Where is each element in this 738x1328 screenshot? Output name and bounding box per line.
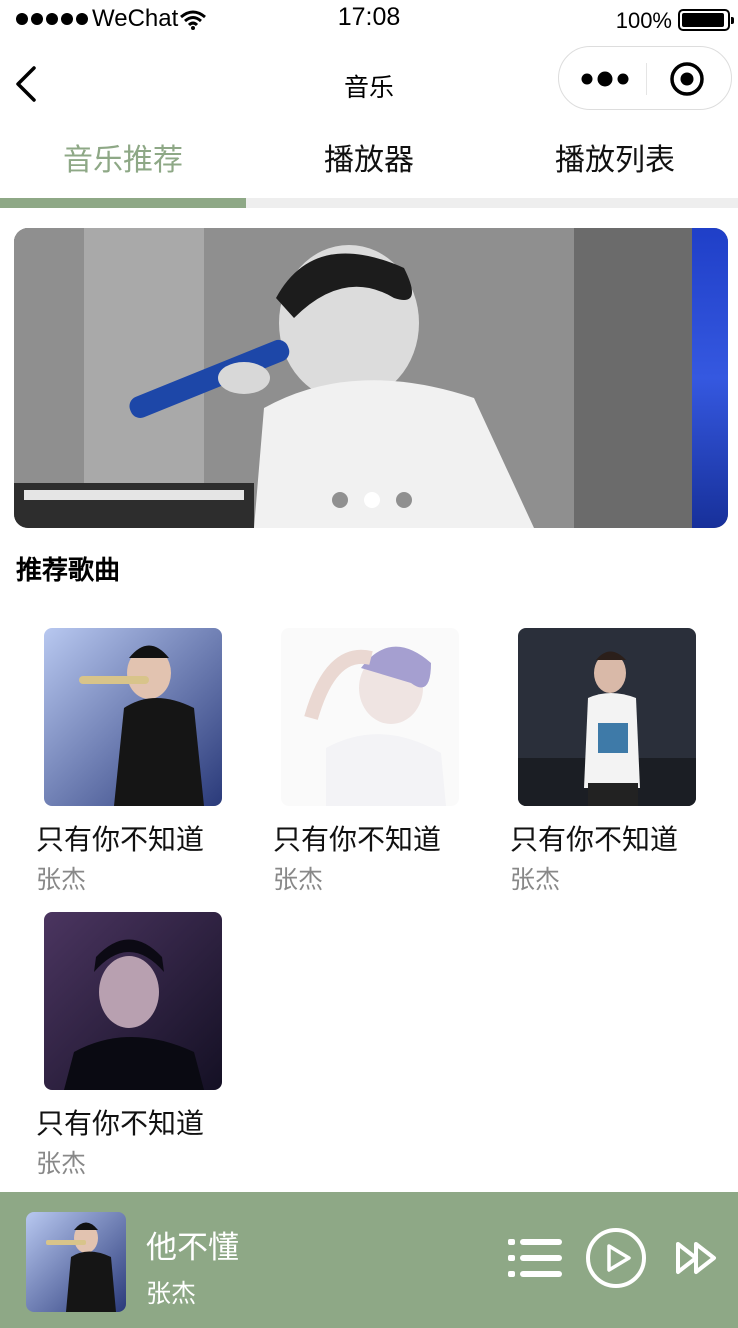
tab-player[interactable]: 播放器 xyxy=(246,126,492,200)
playlist-icon[interactable] xyxy=(506,1236,564,1280)
carousel-dots xyxy=(332,492,412,508)
song-artist: 张杰 xyxy=(510,865,561,894)
song-cover xyxy=(44,912,222,1090)
section-title: 推荐歌曲 xyxy=(16,556,121,586)
song-card[interactable]: 只有你不知道 张杰 xyxy=(510,628,710,898)
battery-percent: 100% xyxy=(615,8,672,33)
player-song-title: 他不懂 xyxy=(146,1230,239,1266)
tab-recommend[interactable]: 音乐推荐 xyxy=(0,126,246,200)
more-icon[interactable] xyxy=(579,65,639,93)
player-cover[interactable] xyxy=(26,1212,126,1312)
song-cover xyxy=(518,628,696,806)
next-icon[interactable] xyxy=(674,1240,722,1276)
song-artist: 张杰 xyxy=(36,1149,87,1178)
carousel-dot-active[interactable] xyxy=(364,492,380,508)
tab-bar: 音乐推荐 播放器 播放列表 xyxy=(0,126,738,200)
banner-image xyxy=(14,228,692,528)
song-title: 只有你不知道 xyxy=(36,823,205,856)
player-song-artist: 张杰 xyxy=(146,1279,197,1308)
play-icon[interactable] xyxy=(584,1226,648,1290)
tab-indicator xyxy=(0,198,246,208)
song-card[interactable]: 只有你不知道 张杰 xyxy=(36,628,236,898)
song-artist: 张杰 xyxy=(36,865,87,894)
menu-capsule xyxy=(558,46,732,110)
song-artist: 张杰 xyxy=(273,865,324,894)
song-card[interactable]: 只有你不知道 张杰 xyxy=(36,912,236,1182)
song-cover xyxy=(44,628,222,806)
status-bar: WeChat 17:08 100% xyxy=(0,0,738,40)
carousel-dot[interactable] xyxy=(396,492,412,508)
battery-icon xyxy=(678,9,734,31)
capsule-divider xyxy=(646,63,647,95)
mini-player: 他不懂 张杰 xyxy=(0,1192,738,1328)
tab-playlist[interactable]: 播放列表 xyxy=(492,126,738,200)
banner-carousel[interactable] xyxy=(14,228,728,528)
banner-next-slide xyxy=(692,228,728,528)
carousel-dot[interactable] xyxy=(332,492,348,508)
nav-bar: 音乐 xyxy=(0,40,738,126)
song-title: 只有你不知道 xyxy=(510,823,679,856)
target-icon[interactable] xyxy=(669,61,705,97)
song-cover xyxy=(281,628,459,806)
song-title: 只有你不知道 xyxy=(273,823,442,856)
song-title: 只有你不知道 xyxy=(36,1107,205,1140)
song-card[interactable]: 只有你不知道 张杰 xyxy=(273,628,473,898)
